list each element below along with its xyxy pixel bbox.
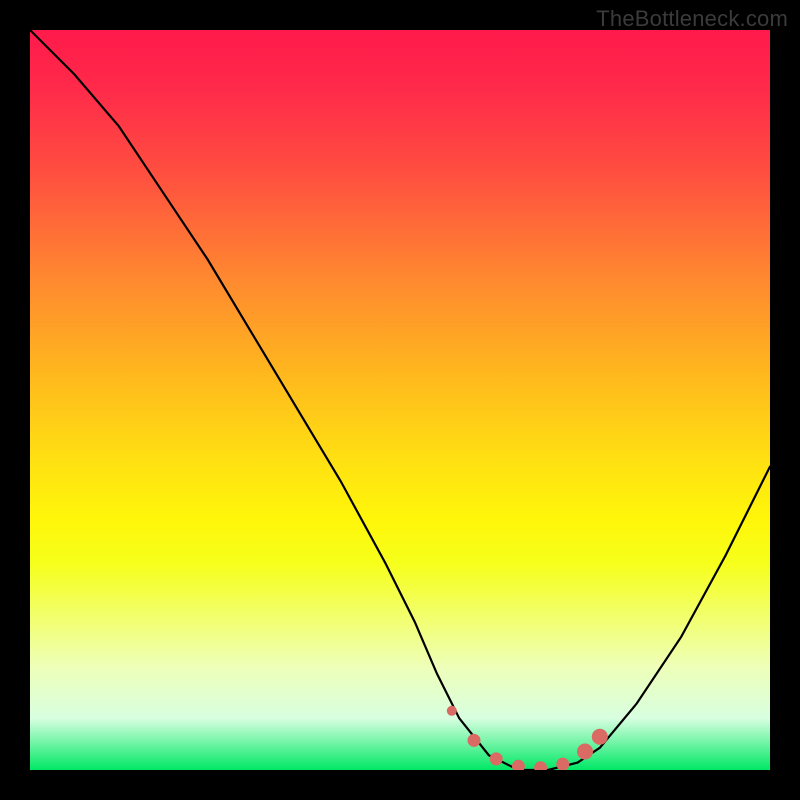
valley-marker	[490, 752, 503, 765]
plot-area	[30, 30, 770, 770]
valley-marker	[592, 729, 608, 745]
valley-marker	[556, 758, 569, 770]
curve-svg	[30, 30, 770, 770]
valley-marker	[577, 744, 593, 760]
chart-container: TheBottleneck.com	[0, 0, 800, 800]
valley-marker	[468, 734, 481, 747]
marker-group	[447, 706, 608, 770]
watermark-text: TheBottleneck.com	[596, 6, 788, 32]
valley-marker	[447, 706, 457, 716]
valley-marker	[534, 761, 547, 770]
valley-marker	[512, 760, 525, 770]
bottleneck-curve-path	[30, 30, 770, 770]
